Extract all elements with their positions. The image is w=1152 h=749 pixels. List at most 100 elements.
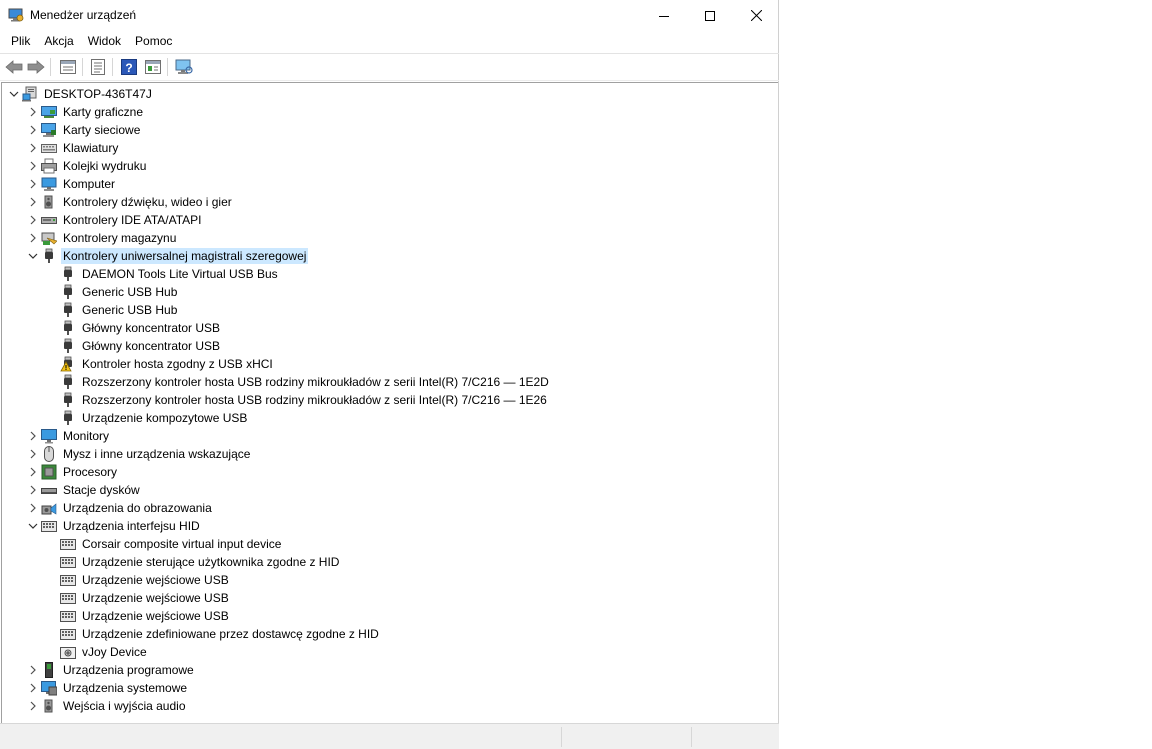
menu-plik[interactable]: Plik — [0, 31, 37, 52]
expand-chevron-icon[interactable] — [25, 229, 41, 247]
tree-item-label: Monitory — [63, 429, 110, 443]
device-urzadzenie-wejsciowe-usb[interactable]: Urządzenie wejściowe USB — [44, 607, 231, 625]
device-daemon-tools-lite-virtual-usb-bus[interactable]: DAEMON Tools Lite Virtual USB Bus — [44, 265, 280, 283]
expand-chevron-icon[interactable] — [25, 193, 41, 211]
title-bar[interactable]: Menedżer urządzeń — [0, 0, 779, 31]
expand-chevron-icon[interactable] — [25, 445, 41, 463]
back-icon — [5, 60, 23, 74]
menu-widok[interactable]: Widok — [81, 31, 128, 52]
tree-item-label: Urządzenie wejściowe USB — [82, 573, 229, 587]
tree-item-label: Główny koncentrator USB — [82, 321, 221, 335]
device-tree[interactable]: DESKTOP-436T47J Karty graficzne Karty siec… — [1, 82, 778, 723]
help-icon: ? — [121, 59, 137, 75]
collapse-chevron-icon[interactable] — [25, 517, 41, 535]
device-kontroler-hosta-zgodny-z-usb-xhci[interactable]: Kontroler hosta zgodny z USB xHCI — [44, 355, 275, 373]
expand-chevron-icon[interactable] — [25, 157, 41, 175]
forward-button[interactable] — [26, 57, 46, 77]
device-rozszerzony-kontroler-hosta-usb-rodziny-mikroukladow-z-serii-intel-r-7-c216-1e2d[interactable]: Rozszerzony kontroler hosta USB rodziny … — [44, 373, 551, 391]
display-adapter-icon — [41, 104, 57, 120]
tree-item-label: Urządzenia do obrazowania — [63, 501, 212, 515]
category-kontrolery-dzwieku-wideo-i-gier[interactable]: Kontrolery dźwięku, wideo i gier — [25, 193, 234, 211]
device-urzadzenie-kompozytowe-usb[interactable]: Urządzenie kompozytowe USB — [44, 409, 249, 427]
category-urzadzenia-do-obrazowania[interactable]: Urządzenia do obrazowania — [25, 499, 214, 517]
tree-item-label: Urządzenie sterujące użytkownika zgodne … — [82, 555, 340, 569]
close-button[interactable] — [733, 0, 779, 31]
device-vjoy-device[interactable]: vJoy Device — [44, 643, 149, 661]
category-mysz-i-inne-urzadzenia-wskazujace[interactable]: Mysz i inne urządzenia wskazujące — [25, 445, 252, 463]
minimize-button[interactable] — [641, 0, 687, 31]
expand-chevron-icon[interactable] — [25, 175, 41, 193]
expand-chevron-icon[interactable] — [25, 463, 41, 481]
close-icon — [750, 10, 762, 21]
category-kontrolery-ide-ata-atapi[interactable]: Kontrolery IDE ATA/ATAPI — [25, 211, 204, 229]
device-urzadzenie-wejsciowe-usb[interactable]: Urządzenie wejściowe USB — [44, 571, 231, 589]
tree-item-label: Corsair composite virtual input device — [82, 537, 282, 551]
tree-root[interactable]: DESKTOP-436T47J — [6, 85, 154, 103]
category-urzadzenia-programowe[interactable]: Urządzenia programowe — [25, 661, 196, 679]
expand-chevron-icon[interactable] — [25, 697, 41, 715]
device-glowny-koncentrator-usb[interactable]: Główny koncentrator USB — [44, 319, 222, 337]
back-button[interactable] — [4, 57, 24, 77]
storage-controller-icon — [41, 230, 57, 246]
expand-chevron-icon[interactable] — [25, 661, 41, 679]
expand-chevron-icon[interactable] — [25, 121, 41, 139]
tree-item-label: Urządzenia programowe — [63, 663, 194, 677]
category-wejscia-i-wyjscia-audio[interactable]: Wejścia i wyjścia audio — [25, 697, 188, 715]
category-kolejki-wydruku[interactable]: Kolejki wydruku — [25, 157, 148, 175]
tree-item-label: Komputer — [63, 177, 116, 191]
device-urzadzenie-wejsciowe-usb[interactable]: Urządzenie wejściowe USB — [44, 589, 231, 607]
category-procesory[interactable]: Procesory — [25, 463, 119, 481]
category-komputer[interactable]: Komputer — [25, 175, 117, 193]
list-view-button[interactable] — [88, 57, 108, 77]
device-rozszerzony-kontroler-hosta-usb-rodziny-mikroukladow-z-serii-intel-r-7-c216-1e26[interactable]: Rozszerzony kontroler hosta USB rodziny … — [44, 391, 549, 409]
category-stacje-dyskow[interactable]: Stacje dysków — [25, 481, 142, 499]
category-urzadzenia-interfejsu-hid[interactable]: Urządzenia interfejsu HID — [25, 517, 202, 535]
collapse-chevron-icon[interactable] — [6, 85, 22, 103]
toolbar-separator — [50, 58, 51, 76]
expand-chevron-icon[interactable] — [25, 481, 41, 499]
hid-icon — [60, 554, 76, 570]
expand-chevron-icon[interactable] — [25, 211, 41, 229]
tree-item-label: DESKTOP-436T47J — [44, 87, 152, 101]
device-glowny-koncentrator-usb[interactable]: Główny koncentrator USB — [44, 337, 222, 355]
window-title: Menedżer urządzeń — [30, 8, 137, 22]
device-urzadzenie-zdefiniowane-przez-dostawce-zgodne-z-hid[interactable]: Urządzenie zdefiniowane przez dostawcę z… — [44, 625, 381, 643]
expand-chevron-icon[interactable] — [25, 499, 41, 517]
tree-item-label: vJoy Device — [82, 645, 147, 659]
device-generic-usb-hub[interactable]: Generic USB Hub — [44, 301, 179, 319]
category-urzadzenia-systemowe[interactable]: Urządzenia systemowe — [25, 679, 189, 697]
device-manager-app-icon — [8, 8, 24, 22]
category-kontrolery-magazynu[interactable]: Kontrolery magazynu — [25, 229, 178, 247]
menu-pomoc[interactable]: Pomoc — [128, 31, 179, 52]
usb-icon — [41, 248, 57, 264]
tree-item-label: Urządzenie wejściowe USB — [82, 591, 229, 605]
computer-icon — [41, 176, 57, 192]
category-kontrolery-uniwersalnej-magistrali-szeregowej[interactable]: Kontrolery uniwersalnej magistrali szere… — [25, 247, 309, 265]
forward-icon — [27, 60, 45, 74]
device-generic-usb-hub[interactable]: Generic USB Hub — [44, 283, 179, 301]
category-karty-sieciowe[interactable]: Karty sieciowe — [25, 121, 142, 139]
expand-chevron-icon[interactable] — [25, 139, 41, 157]
category-karty-graficzne[interactable]: Karty graficzne — [25, 103, 145, 121]
expand-chevron-icon[interactable] — [25, 427, 41, 445]
help-button[interactable]: ? — [119, 57, 139, 77]
menu-akcja[interactable]: Akcja — [37, 31, 80, 52]
properties-view-button[interactable] — [58, 57, 78, 77]
tree-item-label: Kontrolery IDE ATA/ATAPI — [63, 213, 202, 227]
device-corsair-composite-virtual-input-device[interactable]: Corsair composite virtual input device — [44, 535, 283, 553]
tree-item-label: Kontrolery uniwersalnej magistrali szere… — [61, 248, 309, 264]
category-klawiatury[interactable]: Klawiatury — [25, 139, 120, 157]
expand-chevron-icon[interactable] — [25, 679, 41, 697]
expand-chevron-icon[interactable] — [25, 103, 41, 121]
category-monitory[interactable]: Monitory — [25, 427, 111, 445]
update-driver-button[interactable] — [143, 57, 163, 77]
scan-hardware-button[interactable] — [174, 57, 194, 77]
collapse-chevron-icon[interactable] — [25, 247, 41, 265]
maximize-button[interactable] — [687, 0, 733, 31]
device-urzadzenie-sterujace-uzytkownika-zgodne-z-hid[interactable]: Urządzenie sterujące użytkownika zgodne … — [44, 553, 341, 571]
